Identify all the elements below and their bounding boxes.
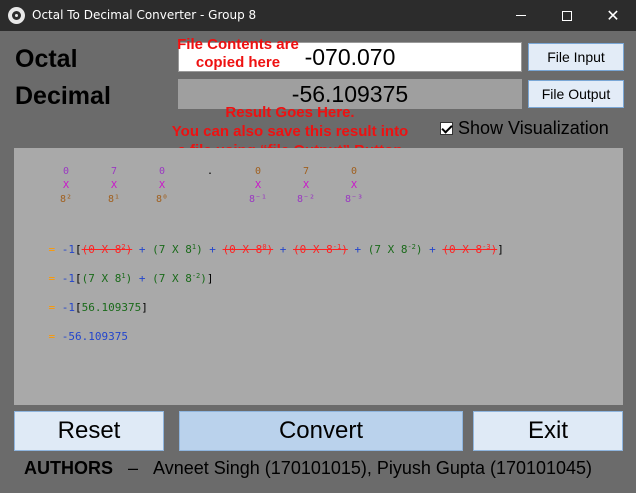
show-visualization-toggle[interactable]: Show Visualization: [440, 118, 609, 139]
visualization-panel: 0 7 0 . 0 7 0 X X X X X X 8² 8¹ 8⁰ 8⁻¹ 8…: [14, 148, 623, 405]
viz-step-4: = -56.109375: [48, 330, 128, 343]
octal-label: Octal: [15, 45, 78, 73]
viz-multiply: X: [350, 180, 358, 191]
decimal-label: Decimal: [15, 82, 111, 110]
convert-button[interactable]: Convert: [179, 411, 463, 451]
viz-digit: 0: [350, 166, 358, 177]
result-note-line: Result Goes Here.: [225, 104, 355, 121]
viz-digit: 0: [62, 166, 70, 177]
file-contents-note: File Contents are copied here: [177, 36, 299, 71]
reset-button[interactable]: Reset: [14, 411, 164, 451]
window-title: Octal To Decimal Converter - Group 8: [32, 8, 257, 22]
minimize-icon: [516, 15, 526, 16]
viz-digit: 7: [110, 166, 118, 177]
authors-dash: –: [128, 458, 139, 478]
maximize-button[interactable]: [544, 0, 590, 31]
viz-digit: 0: [158, 166, 166, 177]
viz-digit: 0: [254, 166, 262, 177]
result-note-line: You can also save this result into: [171, 123, 409, 140]
close-button[interactable]: ✕: [590, 0, 636, 31]
viz-base: 8⁰: [155, 194, 169, 205]
viz-base: 8⁻¹: [248, 194, 268, 205]
viz-multiply: X: [110, 180, 118, 191]
close-icon: ✕: [606, 5, 620, 25]
viz-base: 8⁻³: [344, 194, 364, 205]
exit-button[interactable]: Exit: [473, 411, 623, 451]
viz-multiply: X: [254, 180, 262, 191]
viz-base: 8¹: [107, 194, 121, 205]
minimize-button[interactable]: [498, 0, 544, 31]
viz-decimal-point: .: [206, 166, 214, 177]
authors-line: AUTHORS – Avneet Singh (170101015), Piyu…: [24, 458, 592, 479]
authors-names: Avneet Singh (170101015), Piyush Gupta (…: [153, 458, 593, 478]
viz-multiply: X: [302, 180, 310, 191]
file-output-button[interactable]: File Output: [528, 80, 624, 108]
viz-multiply: X: [158, 180, 166, 191]
app-icon: [8, 7, 25, 24]
viz-base: 8²: [59, 194, 73, 205]
file-input-button[interactable]: File Input: [528, 43, 624, 71]
show-visualization-label: Show Visualization: [458, 118, 609, 138]
title-bar: Octal To Decimal Converter - Group 8 ✕: [0, 0, 636, 31]
authors-heading: AUTHORS: [24, 458, 113, 478]
maximize-icon: [562, 10, 572, 21]
viz-multiply: X: [62, 180, 70, 191]
viz-base: 8⁻²: [296, 194, 316, 205]
checkbox[interactable]: [440, 122, 453, 135]
viz-digit: 7: [302, 166, 310, 177]
